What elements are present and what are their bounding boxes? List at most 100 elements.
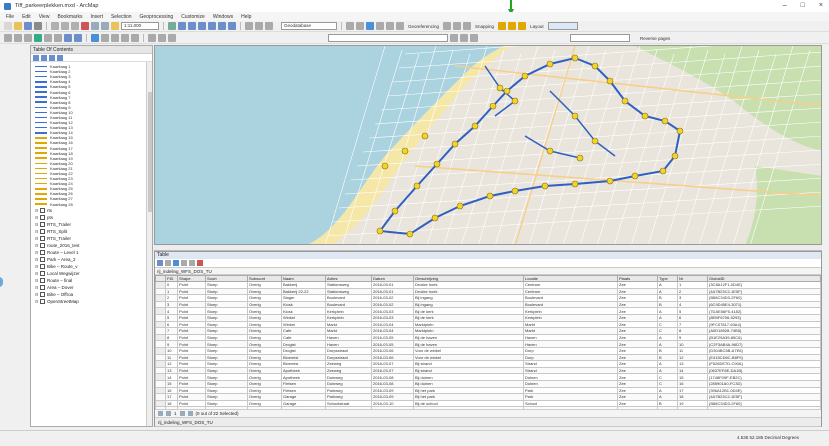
toc-group-item[interactable]: ⊟ RTS_Split [35, 228, 150, 235]
target-layer-combo[interactable] [570, 34, 630, 42]
table-cell[interactable]: Point [177, 373, 206, 381]
table-cell[interactable]: Drukke hoek [413, 287, 524, 296]
table-cell[interactable]: 8 [677, 327, 708, 335]
table-row[interactable]: 14 Point Stoep Overig Apotheek Duinweg 2016-03… [155, 373, 821, 381]
switch-selection-icon[interactable] [181, 260, 187, 266]
table-cell[interactable]: A [657, 340, 678, 348]
table-cell[interactable]: Slager [281, 294, 326, 302]
table-cell[interactable]: {B1E29A39-85C6} [707, 333, 821, 342]
table-cell[interactable]: Park [523, 386, 618, 395]
visibility-checkbox[interactable] [40, 221, 45, 227]
table-cell[interactable]: {C2F3AB4A-96D7} [707, 340, 821, 348]
table-cell[interactable]: Point [177, 327, 206, 335]
drawing-combo[interactable] [328, 34, 448, 42]
poi-marker[interactable] [606, 77, 614, 85]
editor-tool-icon[interactable] [470, 34, 478, 42]
table-cell[interactable]: Stoep [205, 320, 248, 329]
table-cell[interactable]: 7 [165, 327, 178, 335]
first-record-icon[interactable] [158, 411, 163, 416]
table-cell[interactable]: {6C9D45E4-3071} [707, 300, 821, 309]
poi-marker[interactable] [621, 97, 629, 105]
table-cell[interactable]: Overig [247, 294, 282, 302]
table-cell[interactable]: Winkel [281, 320, 326, 329]
table-cell[interactable]: Kiosk [281, 307, 326, 315]
table-row[interactable]: 17 Point Stoep Overig Garage Parkweg 2016-03-0… [155, 393, 821, 401]
table-cell[interactable]: B [657, 300, 678, 309]
table-cell[interactable]: Point [177, 287, 206, 296]
table-cell[interactable]: A [657, 393, 678, 401]
poi-marker[interactable] [496, 84, 504, 92]
cut-icon[interactable] [51, 22, 59, 30]
scale-combo[interactable]: 1:11.000 [121, 22, 159, 30]
table-cell[interactable]: Cafe [281, 333, 326, 342]
table-cell[interactable]: Bloemist [281, 353, 326, 362]
table-cell[interactable]: 2016-03-10 [371, 399, 414, 408]
table-cell[interactable]: 2016-03-07 [371, 366, 414, 375]
visibility-checkbox[interactable] [40, 235, 45, 241]
table-cell[interactable]: 4 [165, 307, 178, 315]
table-cell[interactable]: Boulevard [325, 294, 372, 302]
table-cell[interactable]: Stationsweg [325, 287, 372, 296]
visibility-checkbox[interactable] [40, 242, 45, 248]
table-cell[interactable]: Overig [247, 386, 282, 395]
table-cell[interactable]: 2016-03-06 [371, 353, 414, 362]
editor-tool-icon[interactable] [450, 34, 458, 42]
table-cell[interactable]: Zee [617, 386, 658, 395]
reverse-pages-label[interactable]: Reverse pages [640, 36, 670, 41]
table-cell[interactable]: Stoep [205, 399, 248, 408]
table-cell[interactable]: Stoep [205, 393, 248, 401]
table-cell[interactable]: {D304BC5B-A7E8} [707, 346, 821, 355]
table-cell[interactable]: Zee [617, 360, 658, 368]
collapse-icon[interactable]: ⊟ [35, 229, 39, 234]
table-cell[interactable]: Drukke hoek [413, 281, 524, 289]
table-cell[interactable]: {4A7B23C2-1E5F} [707, 287, 821, 296]
table-cell[interactable]: Haven [325, 340, 372, 348]
table-cell[interactable]: 16 [677, 379, 708, 388]
table-cell[interactable]: 5 [165, 313, 178, 322]
table-cell[interactable]: Dorp [523, 346, 618, 355]
row-selector[interactable] [155, 393, 166, 401]
basemap[interactable] [155, 46, 822, 245]
toc-group-item[interactable]: ⊟ pts [35, 214, 150, 221]
table-cell[interactable]: Overig [247, 393, 282, 401]
table-cell[interactable]: Zee [617, 294, 658, 302]
table-cell[interactable]: Overig [247, 366, 282, 375]
menu-selection[interactable]: Selection [111, 14, 132, 20]
row-selector[interactable] [155, 360, 166, 368]
poi-marker[interactable] [431, 214, 439, 222]
visibility-checkbox[interactable] [40, 298, 45, 304]
table-cell[interactable]: 17 [165, 393, 178, 401]
table-cell[interactable]: Markt [325, 327, 372, 335]
select-by-attributes-icon[interactable] [173, 260, 179, 266]
select-features-icon[interactable] [366, 22, 374, 30]
undo-icon[interactable] [91, 22, 99, 30]
row-selector[interactable] [155, 300, 166, 309]
table-cell[interactable]: 12 [677, 353, 708, 362]
poi-marker[interactable] [456, 202, 464, 210]
table-cell[interactable]: Bij de haven [413, 333, 524, 342]
text-tool-icon[interactable] [158, 34, 166, 42]
table-cell[interactable]: B [657, 294, 678, 302]
table-cell[interactable]: Overig [247, 287, 282, 296]
poi-marker[interactable] [471, 122, 479, 130]
table-cell[interactable]: 4 [677, 300, 708, 309]
table-cell[interactable]: Stoep [205, 346, 248, 355]
hyperlink-icon[interactable] [386, 22, 394, 30]
table-cell[interactable]: Garage [281, 393, 326, 401]
table-cell[interactable]: 2016-03-05 [371, 333, 414, 342]
table-cell[interactable]: Stoep [205, 386, 248, 395]
row-selector[interactable] [155, 353, 166, 362]
poi-marker[interactable] [486, 192, 494, 200]
table-cell[interactable]: 11 [165, 353, 178, 362]
table-cell[interactable]: {A0D18928-74B5} [707, 327, 821, 335]
table-cell[interactable]: 1 [677, 281, 708, 289]
table-cell[interactable]: Bij de kerk [413, 313, 524, 322]
identify-icon[interactable] [101, 34, 109, 42]
table-cell[interactable]: Point [177, 346, 206, 355]
last-record-icon[interactable] [187, 411, 193, 416]
georef-tool-icon[interactable] [443, 22, 452, 30]
poi-marker[interactable] [671, 152, 679, 160]
table-cell[interactable]: 2016-03-06 [371, 346, 414, 355]
table-cell[interactable]: Cafe [281, 327, 326, 335]
collapse-icon[interactable]: ⊟ [35, 250, 39, 255]
